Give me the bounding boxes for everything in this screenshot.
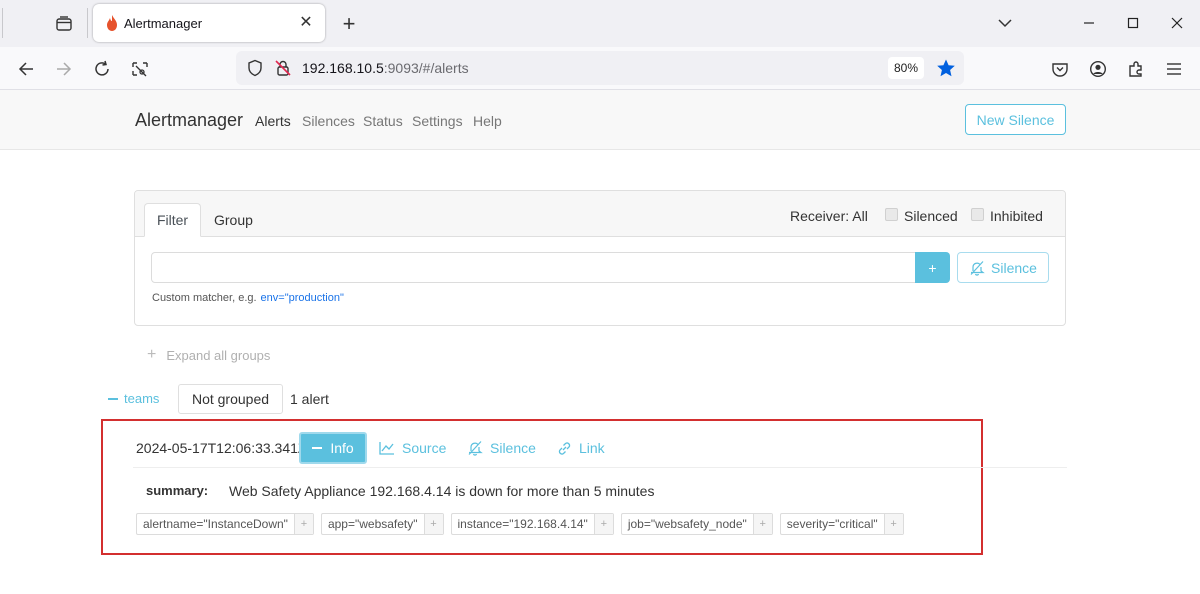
label-instance: instance="192.168.4.14" + [450,513,614,535]
alert-labels: alertname="InstanceDown" + app="websafety… [136,513,904,535]
link-button[interactable]: Link [557,440,605,456]
shield-icon[interactable] [246,59,264,77]
tab-group[interactable]: Group [214,203,253,237]
browser-tab[interactable]: Alertmanager ✕ [93,4,325,42]
silenced-label[interactable]: Silenced [904,208,958,224]
inhibited-checkbox[interactable] [971,208,984,221]
url-path: :9093/#/alerts [383,60,469,76]
expand-all-label: Expand all groups [166,347,271,363]
nav-settings[interactable]: Settings [412,113,463,129]
nav-silences[interactable]: Silences [302,113,355,129]
silence-filter-label: Silence [991,259,1037,276]
info-label: Info [330,440,354,456]
filter-card-header: Filter Group Receiver: All Silenced Inhi… [135,191,1065,237]
nav-status[interactable]: Status [363,113,403,129]
plus-icon: + [147,346,157,363]
minimize-icon[interactable] [1074,10,1104,36]
menu-icon[interactable] [1160,55,1188,83]
source-label: Source [402,440,447,456]
close-window-icon[interactable] [1162,10,1192,36]
nav-help[interactable]: Help [473,113,502,129]
source-button[interactable]: Source [379,440,446,456]
add-label-filter-icon[interactable]: + [593,514,613,534]
alert-timestamp: 2024-05-17T12:06:33.341Z [136,440,307,456]
insecure-lock-icon[interactable] [274,59,292,77]
matcher-hint: Custom matcher, e.g. env="production" [152,292,344,304]
maximize-icon[interactable] [1118,10,1148,36]
group-label: Not grouped [178,384,283,414]
tab-strip-divider [2,8,3,38]
minus-icon [108,397,118,400]
add-label-filter-icon[interactable]: + [423,514,443,534]
list-all-tabs-chevron-icon[interactable] [990,10,1020,36]
tab-close-icon[interactable]: ✕ [297,13,315,31]
inhibited-label[interactable]: Inhibited [990,208,1043,224]
alert-silence-label: Silence [490,440,536,456]
zoom-level-badge[interactable]: 80% [888,57,924,79]
new-tab-icon[interactable]: + [336,11,362,37]
add-label-filter-icon[interactable]: + [883,514,903,534]
info-button[interactable]: Info [299,432,367,464]
label-text[interactable]: app="websafety" [322,514,424,534]
add-label-filter-icon[interactable]: + [752,514,772,534]
expand-all-groups-button[interactable]: + Expand all groups [147,346,270,364]
alert-item: 2024-05-17T12:06:33.341Z Info Source Sil… [101,419,1067,555]
bell-slash-icon [970,260,985,276]
label-text[interactable]: job="websafety_node" [622,514,753,534]
hint-example: env="production" [260,292,344,304]
reload-icon[interactable] [88,55,116,83]
filter-matcher-input[interactable] [151,252,916,283]
group-collapse-toggle[interactable]: teams [108,391,159,406]
app-navbar: Alertmanager Alerts Silences Status Sett… [0,90,1200,150]
label-alertname: alertname="InstanceDown" + [136,513,314,535]
forward-icon[interactable] [50,55,78,83]
new-silence-button[interactable]: New Silence [965,104,1066,135]
back-icon[interactable] [12,55,40,83]
summary-value: Web Safety Appliance 192.168.4.14 is dow… [229,483,655,499]
page-content: Alertmanager Alerts Silences Status Sett… [0,90,1200,594]
url-host: 192.168.10.5 [302,60,384,76]
group-alert-count: 1 alert [290,391,329,407]
group-name: teams [124,391,160,406]
label-text[interactable]: alertname="InstanceDown" [137,514,294,534]
label-app: app="websafety" + [320,513,444,535]
alert-silence-button[interactable]: Silence [467,440,536,456]
summary-key: summary: [146,483,209,498]
add-matcher-button[interactable]: + [915,252,950,283]
extensions-icon[interactable] [1122,55,1150,83]
tab-title: Alertmanager [124,16,203,31]
bell-slash-icon [468,441,483,456]
bookmark-star-icon[interactable] [936,58,956,78]
alert-divider [133,467,1067,468]
screenshot-tool-icon[interactable] [126,55,154,83]
receiver-selector[interactable]: Receiver: All [790,208,868,224]
tab-list-button[interactable] [50,10,78,38]
minus-icon [312,447,323,449]
nav-alerts[interactable]: Alerts [255,113,291,129]
alertmanager-favicon-icon [107,15,117,31]
tab-filter[interactable]: Filter [144,203,201,237]
url-bar[interactable]: 192.168.10.5:9093/#/alerts 80% [236,51,964,85]
silenced-checkbox[interactable] [885,208,898,221]
label-severity: severity="critical" + [779,513,904,535]
account-icon[interactable] [1084,55,1112,83]
url-text[interactable]: 192.168.10.5:9093/#/alerts [302,60,469,76]
add-label-filter-icon[interactable]: + [293,514,313,534]
pocket-icon[interactable] [1046,55,1074,83]
link-label: Link [579,440,605,456]
label-job: job="websafety_node" + [620,513,773,535]
navigation-toolbar: 192.168.10.5:9093/#/alerts 80% [0,47,1200,90]
link-icon [558,441,571,455]
app-brand[interactable]: Alertmanager [135,110,243,131]
tab-list-icon [56,16,72,31]
chart-line-icon [379,442,394,455]
label-text[interactable]: instance="192.168.4.14" [452,514,594,534]
hint-text: Custom matcher, e.g. [152,292,257,304]
silence-filter-button[interactable]: Silence [957,252,1049,283]
label-text[interactable]: severity="critical" [781,514,884,534]
tab-divider [87,8,88,38]
filter-card: Filter Group Receiver: All Silenced Inhi… [134,190,1066,326]
tab-strip: Alertmanager ✕ + [0,0,1200,47]
